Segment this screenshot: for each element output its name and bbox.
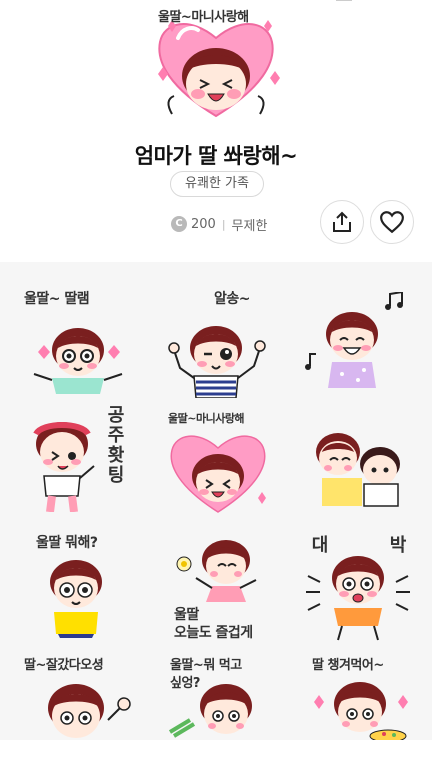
sticker-image — [33, 328, 123, 394]
sticker-image — [176, 540, 257, 602]
sticker-caption-line1: 울딸~뭐 먹고 — [170, 658, 242, 673]
sticker-caption: 딸~잘갔다오셩 — [24, 658, 104, 673]
like-button[interactable] — [370, 200, 414, 244]
sticker-item[interactable]: 딸~잘갔다오셩 — [12, 646, 142, 764]
product-header: 울딸~마니사랑해 엄마가 딸 쏴랑해~ 유쾌한 가족 C 200 | 무제한 — [0, 0, 432, 250]
price-value: 200 — [191, 216, 216, 232]
sticker-caption: 공주홧팅 — [107, 405, 125, 486]
price-info: C 200 | 무제한 — [171, 214, 267, 234]
sticker-item[interactable]: 울딸 오늘도 즐겁게 — [152, 524, 282, 642]
sticker-item[interactable]: 알송~ — [152, 284, 282, 402]
sticker-caption: 알송~ — [214, 291, 251, 307]
sticker-image — [306, 556, 410, 641]
sticker-caption: 딸 챙겨먹어~ — [312, 658, 384, 673]
sticker-caption: 울딸~ 딸램 — [24, 291, 90, 307]
sticker-caption: 울딸~마니사랑해 — [168, 412, 245, 425]
share-button[interactable] — [320, 200, 364, 244]
sticker-image — [305, 292, 403, 388]
sticker-item[interactable]: 울딸~뭐 먹고 싶엉? — [152, 646, 282, 764]
sticker-image — [314, 682, 408, 740]
sticker-item[interactable]: 대 박 — [292, 524, 422, 642]
sticker-caption-line2: 오늘도 즐겁게 — [174, 625, 253, 641]
sticker-item[interactable]: 딸 챙겨먹어~ — [292, 646, 422, 764]
sticker-item[interactable] — [292, 284, 422, 402]
sticker-image — [168, 326, 266, 398]
sticker-image — [168, 684, 252, 738]
sticker-caption-line1: 울딸 — [174, 607, 199, 623]
sticker-image — [170, 435, 266, 513]
product-title: 엄마가 딸 쏴랑해~ — [134, 144, 298, 168]
share-icon — [333, 211, 351, 232]
meta-separator: | — [221, 217, 226, 231]
sticker-image — [50, 560, 102, 638]
sticker-image — [316, 433, 400, 507]
sticker-item[interactable]: 울딸~ 딸램 — [12, 284, 142, 402]
sticker-item[interactable] — [292, 402, 422, 520]
sticker-image — [48, 684, 131, 738]
sticker-grid: 울딸~ 딸램 알송~ 공주홧팅 울딸~마니사랑해 울딸 뭐해? 울딸 오늘도 즐… — [0, 262, 432, 740]
license-label: 무제한 — [231, 218, 268, 234]
sticker-image — [33, 422, 95, 512]
category-tag[interactable]: 유쾌한 가족 — [170, 171, 264, 197]
sticker-caption: 울딸 뭐해? — [36, 535, 98, 551]
sticker-item[interactable]: 울딸~마니사랑해 — [152, 402, 282, 520]
sticker-item[interactable]: 울딸 뭐해? — [12, 524, 142, 642]
main-sticker-caption: 울딸~마니사랑해 — [158, 10, 249, 25]
coin-icon: C — [171, 216, 187, 232]
heart-outline-icon — [380, 211, 404, 234]
sticker-item[interactable]: 공주홧팅 — [12, 402, 142, 520]
